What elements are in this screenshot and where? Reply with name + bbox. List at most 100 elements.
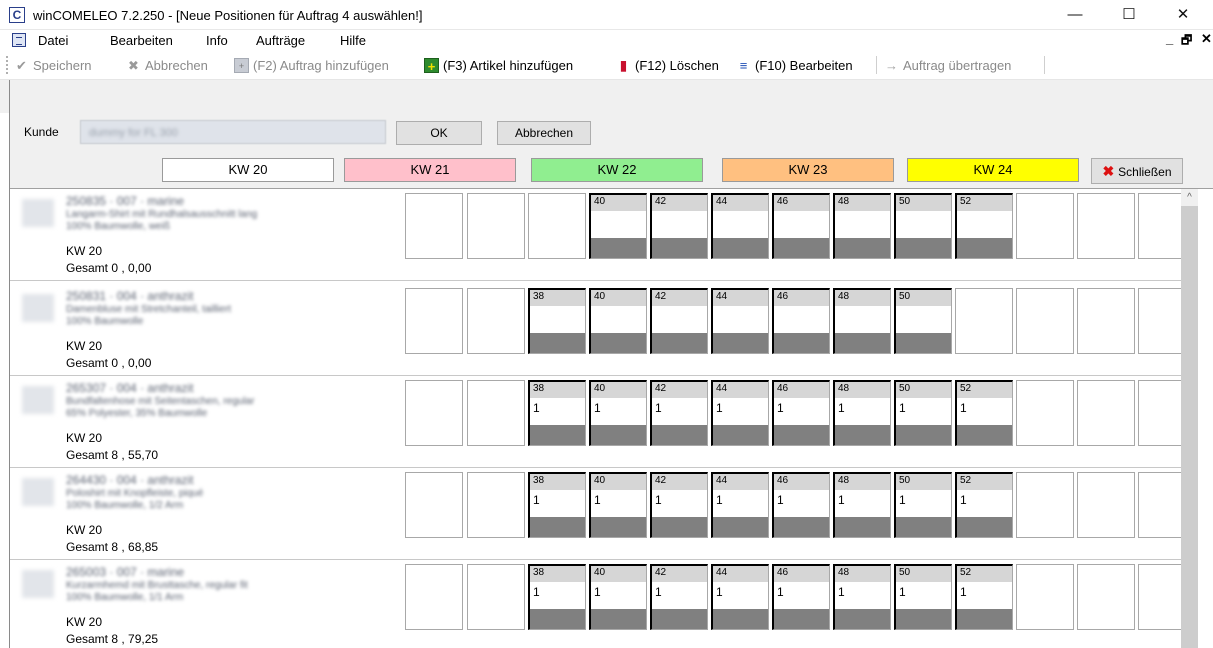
mdi-restore-button[interactable]: 🗗 [1181,31,1192,52]
size-cell[interactable]: 50 1 [894,472,952,538]
size-cell[interactable]: 40 [589,288,647,354]
edit-button[interactable]: ≡ (F10) Bearbeiten [736,56,853,74]
size-cell[interactable]: 50 [894,193,952,259]
size-cell[interactable]: 44 1 [711,564,769,630]
size-cell[interactable]: 38 1 [528,380,586,446]
quantity-input[interactable]: 1 [838,401,845,415]
week-filter-21[interactable]: KW 21 [344,158,516,182]
size-cell[interactable]: 52 1 [955,564,1013,630]
size-cell[interactable]: 48 1 [833,380,891,446]
scroll-up-arrow-icon[interactable]: ^ [1181,189,1198,206]
size-cell[interactable]: 38 [528,288,586,354]
size-cell[interactable]: 46 1 [772,564,830,630]
week-filter-22[interactable]: KW 22 [531,158,703,182]
size-cell[interactable]: 40 1 [589,472,647,538]
quantity-input[interactable]: 1 [777,401,784,415]
quantity-input[interactable]: 1 [594,401,601,415]
schliessen-button[interactable]: ✖ Schließen [1091,158,1183,184]
quantity-input[interactable]: 1 [716,585,723,599]
ok-button[interactable]: OK [396,121,482,145]
quantity-input[interactable]: 1 [838,493,845,507]
add-article-button[interactable]: + (F3) Artikel hinzufügen [424,56,573,74]
size-cell[interactable]: 50 [894,288,952,354]
empty-cell [1016,564,1074,630]
quantity-input[interactable]: 1 [716,493,723,507]
menu-bearbeiten[interactable]: Bearbeiten [110,33,173,48]
maximize-button[interactable]: ☐ [1106,0,1152,30]
size-cell[interactable]: 52 1 [955,472,1013,538]
abbrechen-button[interactable]: Abbrechen [497,121,591,145]
save-button[interactable]: ✔ Speichern [14,56,92,74]
week-filter-23[interactable]: KW 23 [722,158,894,182]
menu-auftraege[interactable]: Aufträge [256,33,305,48]
edit-label: (F10) Bearbeiten [755,57,853,73]
size-cell[interactable]: 40 1 [589,564,647,630]
menu-hilfe[interactable]: Hilfe [340,33,366,48]
size-cell[interactable]: 44 1 [711,380,769,446]
size-cell[interactable]: 48 1 [833,472,891,538]
quantity-input[interactable]: 1 [655,493,662,507]
size-cell[interactable]: 40 [589,193,647,259]
size-cell[interactable]: 42 1 [650,380,708,446]
size-cell[interactable]: 52 1 [955,380,1013,446]
quantity-input[interactable]: 1 [899,401,906,415]
add-order-button[interactable]: + (F2) Auftrag hinzufügen [234,56,389,74]
stock-bar [713,517,768,537]
empty-cell [1016,193,1074,259]
article-image [22,294,54,322]
minimize-button[interactable]: — [1052,0,1098,30]
quantity-input[interactable]: 1 [899,585,906,599]
quantity-input[interactable]: 1 [533,493,540,507]
quantity-input[interactable]: 1 [777,585,784,599]
quantity-input[interactable]: 1 [533,585,540,599]
size-cell[interactable]: 42 1 [650,472,708,538]
delete-button[interactable]: ▮ (F12) Löschen [616,56,719,74]
quantity-input[interactable]: 1 [960,585,967,599]
size-cell[interactable]: 40 1 [589,380,647,446]
quantity-input[interactable]: 1 [533,401,540,415]
size-cell[interactable]: 42 [650,288,708,354]
scroll-thumb[interactable] [1181,206,1198,648]
size-cell[interactable]: 48 [833,288,891,354]
quantity-input[interactable]: 1 [716,401,723,415]
mdi-minimize-button[interactable]: _ [1166,31,1173,46]
quantity-input[interactable]: 1 [655,401,662,415]
quantity-input[interactable]: 1 [899,493,906,507]
week-filter-20[interactable]: KW 20 [162,158,334,182]
cancel-toolbar-button[interactable]: ✖ Abbrechen [126,56,208,74]
size-cell[interactable]: 46 [772,193,830,259]
size-cell[interactable]: 50 1 [894,380,952,446]
size-cell[interactable]: 46 [772,288,830,354]
size-cell[interactable]: 50 1 [894,564,952,630]
size-cell[interactable]: 42 [650,193,708,259]
size-cell[interactable]: 52 [955,193,1013,259]
size-cell[interactable]: 46 1 [772,472,830,538]
menu-datei[interactable]: Datei [38,33,68,48]
week-filter-24[interactable]: KW 24 [907,158,1079,182]
size-cell[interactable]: 48 1 [833,564,891,630]
menu-info[interactable]: Info [206,33,228,48]
close-window-button[interactable]: ✕ [1160,0,1206,30]
document-icon[interactable] [12,33,26,47]
size-cell[interactable]: 46 1 [772,380,830,446]
size-cell[interactable]: 38 1 [528,472,586,538]
quantity-input[interactable]: 1 [960,493,967,507]
size-cell[interactable]: 42 1 [650,564,708,630]
quantity-input[interactable]: 1 [777,493,784,507]
mdi-close-button[interactable]: ✕ [1201,31,1212,47]
kunde-input[interactable]: dummy for FL 300 [80,120,386,144]
size-cell[interactable]: 48 [833,193,891,259]
quantity-input[interactable]: 1 [838,585,845,599]
size-cell[interactable]: 38 1 [528,564,586,630]
quantity-input[interactable]: 1 [960,401,967,415]
toolbar-grip[interactable] [6,56,8,74]
size-cell[interactable]: 44 [711,288,769,354]
add-article-label: (F3) Artikel hinzufügen [443,57,574,73]
quantity-input[interactable]: 1 [594,585,601,599]
quantity-input[interactable]: 1 [655,585,662,599]
vertical-scrollbar[interactable]: ^ [1181,189,1198,648]
quantity-input[interactable]: 1 [594,493,601,507]
size-cell[interactable]: 44 [711,193,769,259]
transfer-order-button[interactable]: → Auftrag übertragen [884,56,1011,74]
size-cell[interactable]: 44 1 [711,472,769,538]
